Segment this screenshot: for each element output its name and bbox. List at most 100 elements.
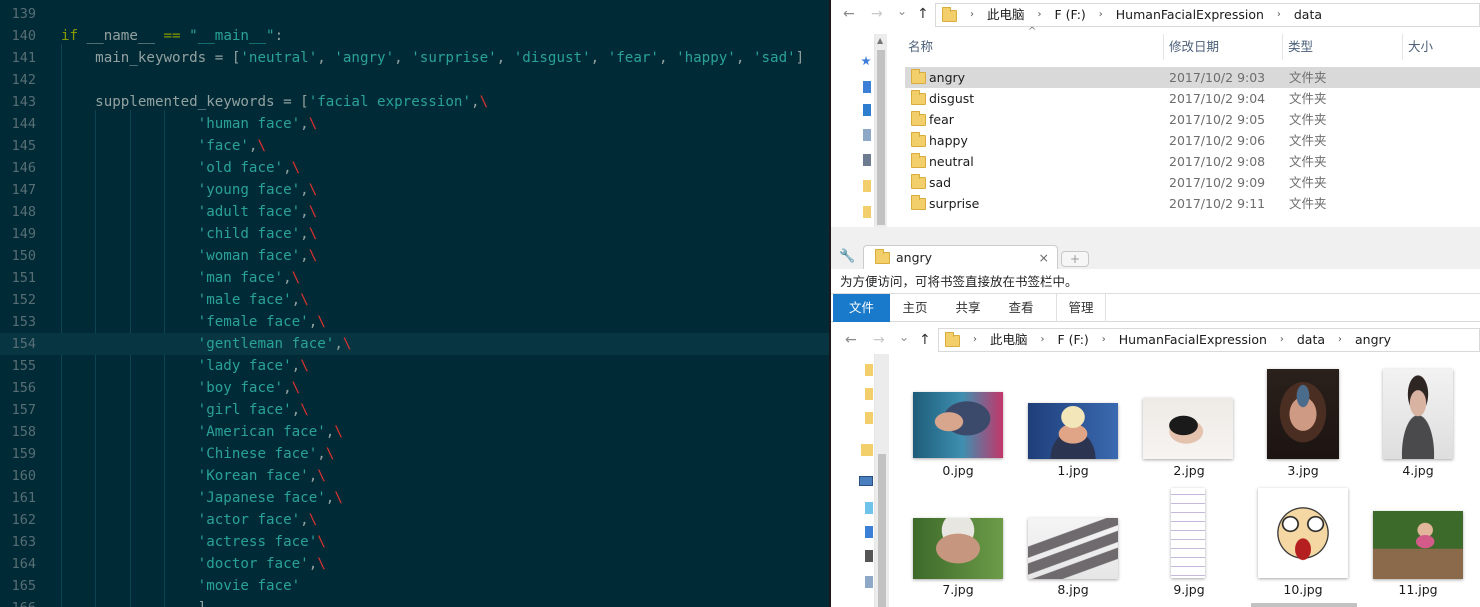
file-row[interactable]: angry 2017/10/2 9:03 文件夹 xyxy=(905,67,1480,88)
ribbon-tab-file[interactable]: 文件 xyxy=(833,294,890,322)
folder-icon[interactable] xyxy=(865,412,873,424)
file-row[interactable]: happy 2017/10/2 9:06 文件夹 xyxy=(905,130,1480,151)
code-line[interactable]: 159 'Chinese face',\ xyxy=(0,443,829,465)
forward-arrow-icon[interactable]: → xyxy=(871,6,883,22)
thumbnail-label[interactable]: 10.jpg xyxy=(1253,582,1353,597)
code-line[interactable]: 151 'man face',\ xyxy=(0,267,829,289)
folder-icon[interactable] xyxy=(863,206,871,218)
column-header-size[interactable]: 大小 xyxy=(1408,36,1433,58)
breadcrumb-this-pc[interactable]: 此电脑 xyxy=(990,329,1028,351)
ribbon-tab-view[interactable]: 查看 xyxy=(999,294,1043,322)
scrollbar-thumb[interactable] xyxy=(877,50,885,225)
image-thumbnail[interactable] xyxy=(1028,403,1118,459)
column-header-name[interactable]: 名称 xyxy=(908,36,933,58)
image-thumbnail[interactable] xyxy=(1258,488,1348,578)
code-editor[interactable]: 139 140 if __name__ == "__main__": 141 main… xyxy=(0,0,829,607)
breadcrumb-drive-f[interactable]: F (F:) xyxy=(1054,4,1085,26)
file-row[interactable]: neutral 2017/10/2 9:08 文件夹 xyxy=(905,151,1480,172)
code-line[interactable]: 154 'gentleman face',\ xyxy=(0,333,829,355)
thumbnail-label[interactable]: 0.jpg xyxy=(908,463,1008,478)
column-header-type[interactable]: 类型 xyxy=(1288,36,1313,58)
up-arrow-icon[interactable]: ↑ xyxy=(917,6,929,22)
navigation-pane[interactable] xyxy=(831,354,875,607)
code-line[interactable]: 150 'woman face',\ xyxy=(0,245,829,267)
thumbnail-label[interactable]: 11.jpg xyxy=(1368,582,1468,597)
code-line[interactable]: 148 'adult face',\ xyxy=(0,201,829,223)
quick-access-star-icon[interactable] xyxy=(861,56,871,66)
code-line[interactable]: 152 'male face',\ xyxy=(0,289,829,311)
folder-icon[interactable] xyxy=(861,444,873,456)
breadcrumb-drive-f[interactable]: F (F:) xyxy=(1057,329,1088,351)
documents-icon[interactable] xyxy=(865,576,873,588)
file-row[interactable]: sad 2017/10/2 9:09 文件夹 xyxy=(905,172,1480,193)
code-line[interactable]: 146 'old face',\ xyxy=(0,157,829,179)
image-thumbnail[interactable] xyxy=(1143,398,1233,459)
desktop-icon[interactable] xyxy=(865,526,873,538)
code-line[interactable]: 145 'face',\ xyxy=(0,135,829,157)
breadcrumb-angry[interactable]: angry xyxy=(1355,329,1391,351)
breadcrumb-this-pc[interactable]: 此电脑 xyxy=(987,4,1025,26)
code-line[interactable]: 160 'Korean face',\ xyxy=(0,465,829,487)
code-line[interactable]: 140 if __name__ == "__main__": xyxy=(0,25,829,47)
recent-locations-chevron-icon[interactable]: ⌄ xyxy=(897,4,907,18)
up-arrow-icon[interactable]: ↑ xyxy=(919,332,931,348)
navigation-scrollbar[interactable]: ▲ xyxy=(875,34,887,227)
code-line[interactable]: 164 'doctor face',\ xyxy=(0,553,829,575)
wrench-icon[interactable]: 🔧 xyxy=(839,249,855,264)
address-bar[interactable]: › 此电脑 › F (F:) › HumanFacialExpression ›… xyxy=(938,328,1480,352)
navigation-scrollbar[interactable] xyxy=(875,354,889,607)
code-line[interactable]: 158 'American face',\ xyxy=(0,421,829,443)
scrollbar-thumb[interactable] xyxy=(878,454,886,607)
videos-icon[interactable] xyxy=(865,550,873,562)
close-icon[interactable]: × xyxy=(1039,246,1049,270)
folder-icon[interactable] xyxy=(865,364,873,376)
horizontal-scrollbar-thumb[interactable] xyxy=(1251,603,1357,607)
scroll-up-icon[interactable]: ▲ xyxy=(877,36,883,45)
code-line[interactable]: 141 main_keywords = ['neutral', 'angry',… xyxy=(0,47,829,69)
code-line[interactable]: 166 ] xyxy=(0,597,829,607)
column-divider[interactable] xyxy=(1282,34,1283,60)
code-line[interactable]: 139 xyxy=(0,3,829,25)
file-row[interactable]: disgust 2017/10/2 9:04 文件夹 xyxy=(905,88,1480,109)
thumbnail-label[interactable]: 7.jpg xyxy=(908,582,1008,597)
breadcrumb-data[interactable]: data xyxy=(1294,4,1322,26)
code-line[interactable]: 149 'child face',\ xyxy=(0,223,829,245)
code-line[interactable]: 162 'actor face',\ xyxy=(0,509,829,531)
breadcrumb-project[interactable]: HumanFacialExpression xyxy=(1116,4,1264,26)
recent-locations-chevron-icon[interactable]: ⌄ xyxy=(899,330,909,344)
code-line[interactable]: 163 'actress face'\ xyxy=(0,531,829,553)
code-line[interactable]: 153 'female face',\ xyxy=(0,311,829,333)
thumbnail-label[interactable]: 9.jpg xyxy=(1139,582,1239,597)
navigation-pane[interactable] xyxy=(831,34,875,227)
thumbnail-label[interactable]: 8.jpg xyxy=(1023,582,1123,597)
image-thumbnail[interactable] xyxy=(1383,369,1453,459)
image-thumbnail[interactable] xyxy=(1373,511,1463,579)
downloads-icon[interactable] xyxy=(863,104,871,116)
file-row[interactable]: surprise 2017/10/2 9:11 文件夹 xyxy=(905,193,1480,214)
image-thumbnail[interactable] xyxy=(1171,488,1205,578)
code-line[interactable]: 147 'young face',\ xyxy=(0,179,829,201)
code-line[interactable]: 143 supplemented_keywords = ['facial exp… xyxy=(0,91,829,113)
code-line[interactable]: 165 'movie face' xyxy=(0,575,829,597)
image-thumbnail[interactable] xyxy=(1028,518,1118,579)
breadcrumb-data[interactable]: data xyxy=(1297,329,1325,351)
column-divider[interactable] xyxy=(1163,34,1164,60)
code-line[interactable]: 161 'Japanese face',\ xyxy=(0,487,829,509)
desktop-icon[interactable] xyxy=(863,81,871,93)
this-pc-icon[interactable] xyxy=(859,476,873,486)
address-bar[interactable]: › 此电脑 › F (F:) › HumanFacialExpression ›… xyxy=(935,3,1480,27)
thumbnail-label[interactable]: 1.jpg xyxy=(1023,463,1123,478)
folder-icon[interactable] xyxy=(863,180,871,192)
ribbon-tab-home[interactable]: 主页 xyxy=(893,294,937,322)
column-header-date[interactable]: 修改日期 xyxy=(1169,36,1219,58)
documents-icon[interactable] xyxy=(863,129,871,141)
thumbnail-label[interactable]: 2.jpg xyxy=(1139,463,1239,478)
browser-tab-angry[interactable]: angry × xyxy=(863,245,1058,270)
code-line[interactable]: 156 'boy face',\ xyxy=(0,377,829,399)
image-thumbnail[interactable] xyxy=(913,518,1003,579)
network-icon[interactable] xyxy=(865,502,873,514)
breadcrumb-project[interactable]: HumanFacialExpression xyxy=(1119,329,1267,351)
image-thumbnail[interactable] xyxy=(913,392,1003,458)
forward-arrow-icon[interactable]: → xyxy=(873,332,885,348)
column-divider[interactable] xyxy=(1402,34,1403,60)
